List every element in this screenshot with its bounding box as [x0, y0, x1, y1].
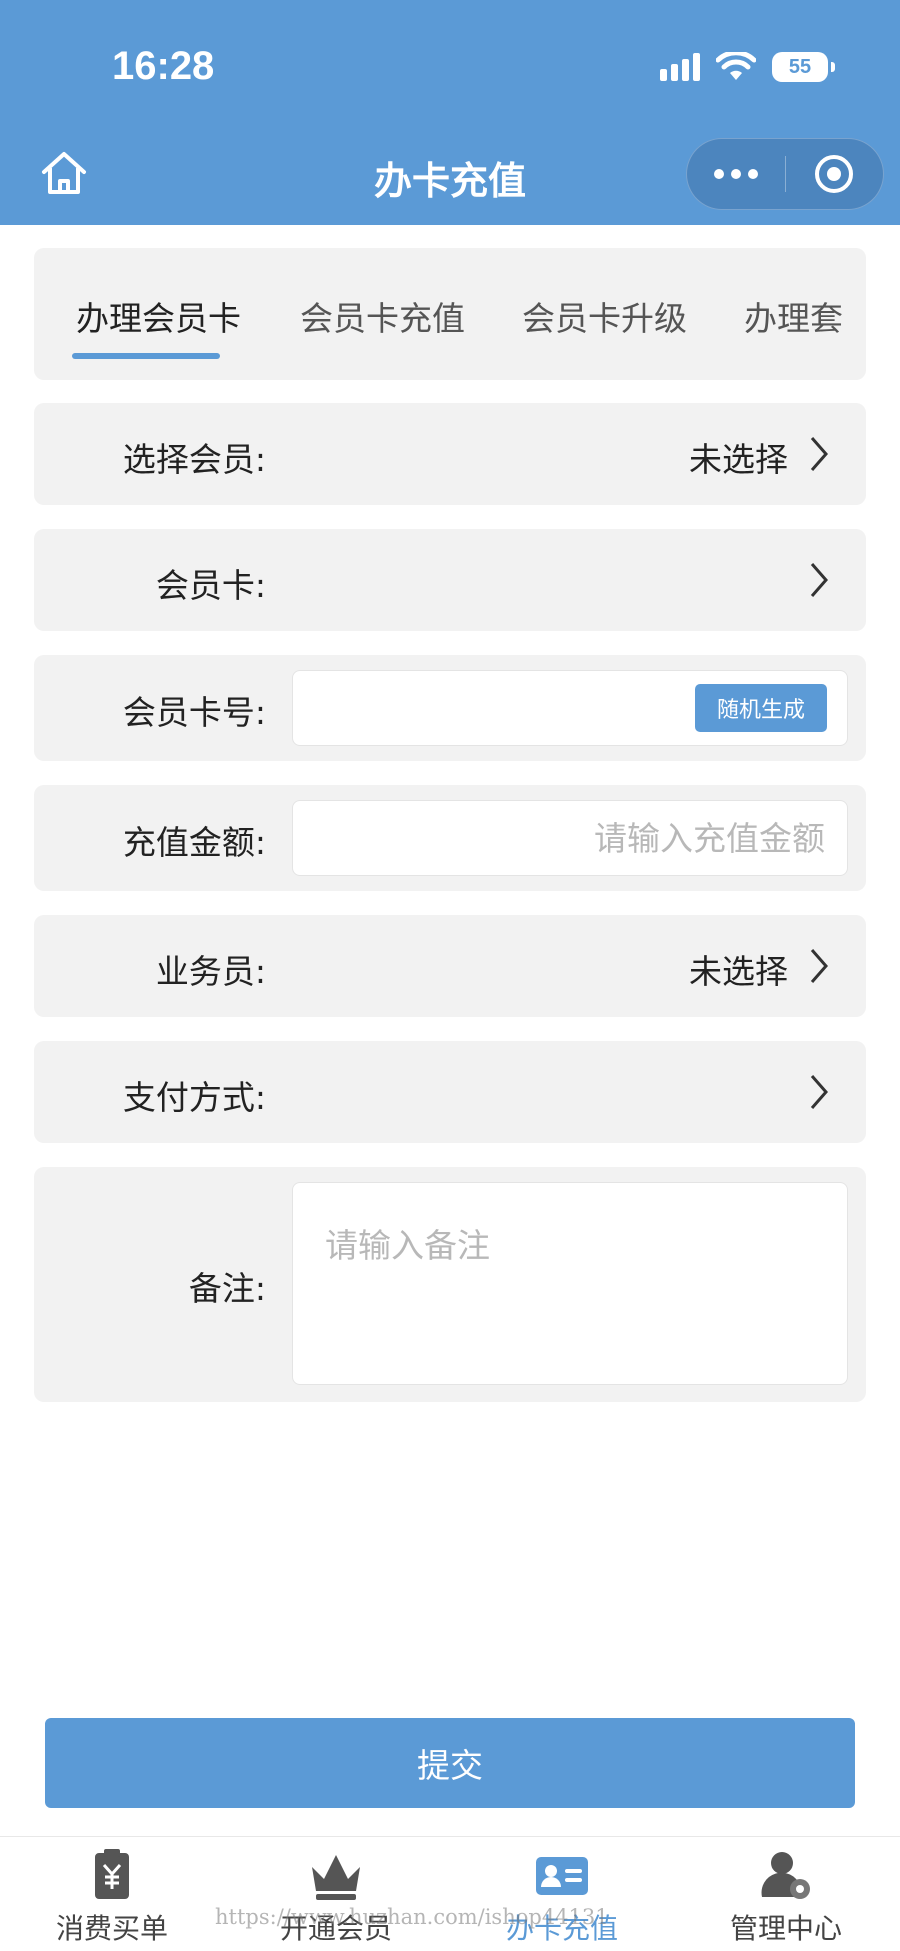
chevron-right-icon	[810, 949, 828, 983]
nav-item-management[interactable]: 管理中心	[696, 1837, 876, 1951]
payment-method-row[interactable]: 支付方式:	[34, 1041, 866, 1143]
recharge-amount-input[interactable]	[293, 801, 847, 875]
bottom-nav: 消费买单 开通会员 办卡充值 管理中心 https://www.huzhan.c…	[0, 1836, 900, 1951]
active-tab-indicator	[72, 353, 220, 359]
user-gear-icon	[761, 1852, 810, 1899]
more-icon[interactable]	[687, 138, 785, 210]
signal-icon	[660, 53, 700, 81]
nav-label-management: 管理中心	[729, 1912, 842, 1945]
wifi-icon	[716, 52, 756, 80]
id-card-icon	[536, 1857, 588, 1895]
status-icons: 55	[660, 50, 835, 84]
close-icon[interactable]	[786, 138, 884, 210]
remark-label: 备注:	[188, 1269, 266, 1308]
recharge-amount-field	[292, 800, 848, 876]
nav-item-checkout[interactable]: 消费买单	[22, 1837, 202, 1951]
tab-open-card[interactable]: 办理会员卡	[76, 292, 241, 340]
chevron-right-icon	[810, 437, 828, 471]
tab-package[interactable]: 办理套	[744, 292, 843, 340]
tab-card-recharge[interactable]: 会员卡充值	[300, 292, 465, 340]
card-number-field: 随机生成	[292, 670, 848, 746]
card-number-label: 会员卡号:	[122, 693, 266, 732]
battery-icon: 55	[772, 52, 835, 82]
crown-icon	[312, 1855, 360, 1900]
watermark: https://www.huzhan.com/ishop44131	[215, 1905, 609, 1929]
receipt-yen-icon	[95, 1849, 129, 1899]
random-generate-button[interactable]: 随机生成	[695, 684, 827, 732]
remark-textarea[interactable]	[293, 1183, 847, 1384]
card-number-row: 会员卡号: 随机生成	[34, 655, 866, 761]
select-member-value: 未选择	[689, 440, 788, 479]
payment-method-label: 支付方式:	[122, 1078, 266, 1117]
submit-button[interactable]: 提交	[45, 1718, 855, 1808]
recharge-amount-label: 充值金额:	[122, 823, 266, 862]
nav-label-checkout: 消费买单	[55, 1912, 168, 1945]
select-member-row[interactable]: 选择会员: 未选择	[34, 403, 866, 505]
chevron-right-icon	[810, 563, 828, 597]
nav-item-card-recharge[interactable]: 办卡充值	[472, 1837, 652, 1951]
member-card-label: 会员卡:	[155, 566, 266, 605]
salesperson-row[interactable]: 业务员: 未选择	[34, 915, 866, 1017]
remark-row: 备注:	[34, 1167, 866, 1402]
status-time: 16:28	[112, 44, 215, 88]
select-member-label: 选择会员:	[122, 440, 266, 479]
tab-card-upgrade[interactable]: 会员卡升级	[522, 292, 687, 340]
recharge-amount-row: 充值金额:	[34, 785, 866, 891]
remark-field	[292, 1182, 848, 1385]
app-header: 16:28 55 办卡充值	[0, 0, 900, 225]
tab-bar: 办理会员卡 会员卡充值 会员卡升级 办理套	[34, 248, 866, 380]
member-card-row[interactable]: 会员卡:	[34, 529, 866, 631]
salesperson-value: 未选择	[689, 952, 788, 991]
nav-item-open-member[interactable]: 开通会员	[246, 1837, 426, 1951]
chevron-right-icon	[810, 1075, 828, 1109]
mini-program-capsule	[686, 138, 884, 210]
salesperson-label: 业务员:	[155, 952, 266, 991]
